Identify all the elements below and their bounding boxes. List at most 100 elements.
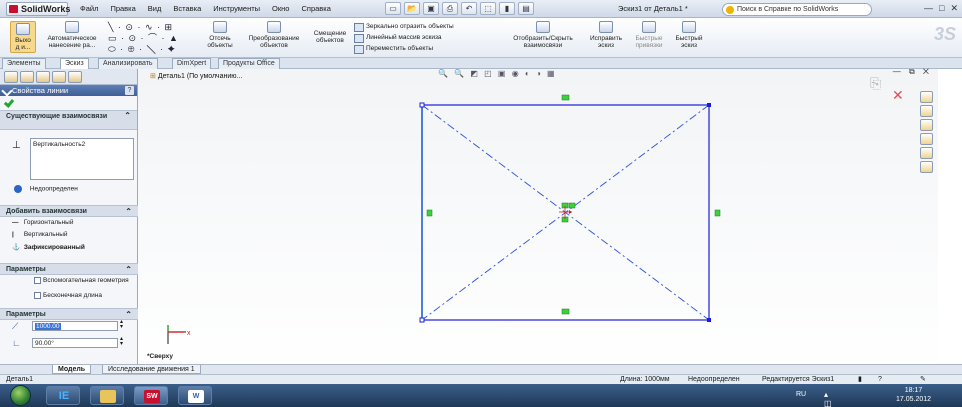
relation-fixed[interactable]: ⚓ Зафиксированный xyxy=(12,243,85,251)
menu-tools[interactable]: Инструменты xyxy=(207,3,266,15)
options-header[interactable]: Параметры ⌃ xyxy=(0,263,138,275)
linear-pattern-button[interactable]: Линейный массив эскиза xyxy=(354,32,454,43)
trim-button[interactable]: Отсечь объекты xyxy=(200,21,240,49)
collapse-chevron-icon[interactable]: ⌃ xyxy=(125,206,132,217)
construction-option[interactable]: Вспомогательная геометрия xyxy=(34,277,134,284)
tooltips-status-icon[interactable]: ✎ xyxy=(920,375,926,384)
tray-icons[interactable]: ▴ ◫ ▮ ♪ xyxy=(824,390,832,407)
ok-checkmark-icon[interactable] xyxy=(3,97,15,108)
angle-spinner[interactable]: ▴ ▾ xyxy=(120,336,123,347)
exit-sketch-button[interactable]: Выхо д и... xyxy=(10,21,36,53)
select-icon[interactable]: ⬚ xyxy=(480,2,496,15)
offset-entities-button[interactable]: Смещение объектов xyxy=(308,30,352,44)
solidworks-icon: SW xyxy=(144,390,160,403)
infinite-length-option[interactable]: Бесконечная длина xyxy=(34,292,102,299)
horizontal-relation-badge[interactable] xyxy=(561,94,570,101)
help-status-icon[interactable]: ? xyxy=(878,375,882,384)
repair-sketch-button[interactable]: Исправить эскиз xyxy=(586,21,626,49)
add-relations-header[interactable]: Добавить взаимосвязи ⌃ xyxy=(0,205,138,217)
feature-manager-icon[interactable] xyxy=(4,71,18,83)
length-input[interactable]: 1000.00 xyxy=(32,321,118,331)
coincident-relation-badge[interactable] xyxy=(568,202,576,209)
tab-model[interactable]: Модель xyxy=(52,365,92,374)
vertical-relation-badge[interactable] xyxy=(714,209,721,217)
display-relations-button[interactable]: Отобразить/Скрыть взаимосвязи xyxy=(504,21,582,49)
existing-relations-header[interactable]: Существующие взаимосвязи ⌃ xyxy=(0,110,137,130)
solidworks-logo[interactable]: SolidWorks xyxy=(6,2,70,16)
menu-insert[interactable]: Вставка xyxy=(167,3,207,15)
maximize-button[interactable]: □ xyxy=(939,2,944,15)
solidworks-3ds-watermark-icon: 3S xyxy=(933,24,956,44)
sketch-point[interactable] xyxy=(419,102,425,108)
tab-motion-study[interactable]: Исследование движения 1 xyxy=(102,365,201,374)
open-file-icon[interactable]: 📂 xyxy=(404,2,420,15)
document-title: Эскиз1 от Деталь1 * xyxy=(618,4,688,13)
taskbar-ie-button[interactable]: IE xyxy=(46,386,80,405)
sketch-tools-row-3[interactable]: ⬭ · ⊕ · ╲ · ✦ xyxy=(108,44,194,55)
angle-input[interactable]: 90.00° xyxy=(32,338,118,348)
language-indicator[interactable]: RU xyxy=(796,391,806,398)
collapse-chevron-icon[interactable]: ⌃ xyxy=(125,264,132,275)
rapid-sketch-label: Быстрый эскиз xyxy=(675,35,703,49)
relation-vertical[interactable]: | Вертикальный xyxy=(12,231,68,238)
options-title: Параметры xyxy=(6,266,46,273)
move-entities-button[interactable]: Переместить объекты xyxy=(354,43,454,54)
relation-item[interactable]: Вертикальность2 xyxy=(33,141,131,148)
new-file-icon[interactable]: ▭ xyxy=(385,2,401,15)
start-button[interactable] xyxy=(10,385,31,406)
graphics-area[interactable]: ⊞ Деталь1 (По умолчанию... 🔍 🔍 ◩ ◰ ▣ ◉ ◐… xyxy=(138,67,938,374)
taskbar-word-button[interactable]: W xyxy=(178,386,212,405)
sketch-canvas[interactable]: x xyxy=(138,69,938,374)
print-icon[interactable]: ⎙ xyxy=(442,2,458,15)
tab-features[interactable]: Элементы xyxy=(2,58,46,69)
property-manager-icon[interactable] xyxy=(20,71,34,83)
close-button[interactable]: ✕ xyxy=(950,2,958,15)
menu-file[interactable]: Файл xyxy=(74,3,104,15)
tab-office-products[interactable]: Продукты Office xyxy=(218,58,280,69)
horizontal-relation-badge[interactable] xyxy=(561,308,570,315)
rapid-sketch-button[interactable]: Быстрый эскиз xyxy=(670,21,708,49)
tab-evaluate[interactable]: Анализировать xyxy=(98,58,158,69)
options-icon[interactable]: ▤ xyxy=(518,2,534,15)
clock[interactable]: 18:17 17.05.2012 xyxy=(896,386,931,404)
collapse-chevron-icon[interactable]: ⌃ xyxy=(125,309,132,320)
sketch-point[interactable] xyxy=(707,318,711,322)
rebuild-icon[interactable]: ▮ xyxy=(499,2,515,15)
dimxpert-manager-icon[interactable] xyxy=(52,71,66,83)
menu-help[interactable]: Справка xyxy=(295,3,336,15)
mirror-entities-button[interactable]: Зеркально отразить объекты xyxy=(354,21,454,32)
parameters-header[interactable]: Параметры ⌃ xyxy=(0,308,138,320)
existing-relations-list[interactable]: Вертикальность2 xyxy=(30,138,134,180)
sketch-point[interactable] xyxy=(419,317,425,323)
vertical-relation-badge[interactable] xyxy=(426,209,433,217)
help-icon[interactable]: ? xyxy=(125,86,134,95)
sketch-tools-row-2[interactable]: ▭ · ⊙ · ⌒ · ▲ xyxy=(108,33,194,44)
auto-dimension-button[interactable]: Автоматическое нанесение ра... xyxy=(40,21,104,49)
undo-icon[interactable]: ↶ xyxy=(461,2,477,15)
infinite-length-checkbox[interactable] xyxy=(34,292,41,299)
menu-edit[interactable]: Правка xyxy=(104,3,141,15)
command-manager: Выхо д и... Автоматическое нанесение ра.… xyxy=(0,18,962,58)
menu-view[interactable]: Вид xyxy=(142,3,168,15)
sketch-tools-row-1[interactable]: ╲ · ⊙ · ∿ · ⊞ xyxy=(108,22,194,33)
tab-sketch[interactable]: Эскиз xyxy=(60,58,89,69)
minimize-button[interactable]: — xyxy=(924,2,933,15)
convert-entities-button[interactable]: Преобразование объектов xyxy=(242,21,306,49)
relation-horizontal[interactable]: — Горизонтальный xyxy=(12,219,73,226)
tab-dimxpert[interactable]: DimXpert xyxy=(172,58,212,69)
taskbar-folder-button[interactable] xyxy=(90,386,124,405)
display-manager-icon[interactable] xyxy=(68,71,82,83)
configuration-manager-icon[interactable] xyxy=(36,71,50,83)
rebuild-status-icon[interactable]: ▮ xyxy=(858,375,862,384)
construction-checkbox[interactable] xyxy=(34,277,41,284)
quick-snaps-button[interactable]: Быстрые привязки xyxy=(630,21,668,49)
collapse-chevron-icon[interactable]: ⌃ xyxy=(124,111,131,120)
length-spinner[interactable]: ▴ ▾ xyxy=(120,319,123,330)
menu-window[interactable]: Окно xyxy=(266,3,295,15)
help-search-input[interactable]: Поиск в Справке по SolidWorks xyxy=(722,3,872,16)
windows-taskbar: IE SW W RU ▴ ◫ ▮ ♪ 18:17 17.05.2012 xyxy=(0,384,962,407)
save-icon[interactable]: ▣ xyxy=(423,2,439,15)
sketch-point[interactable] xyxy=(707,103,711,107)
display-relations-icon xyxy=(536,21,550,33)
taskbar-solidworks-button[interactable]: SW xyxy=(134,386,168,405)
